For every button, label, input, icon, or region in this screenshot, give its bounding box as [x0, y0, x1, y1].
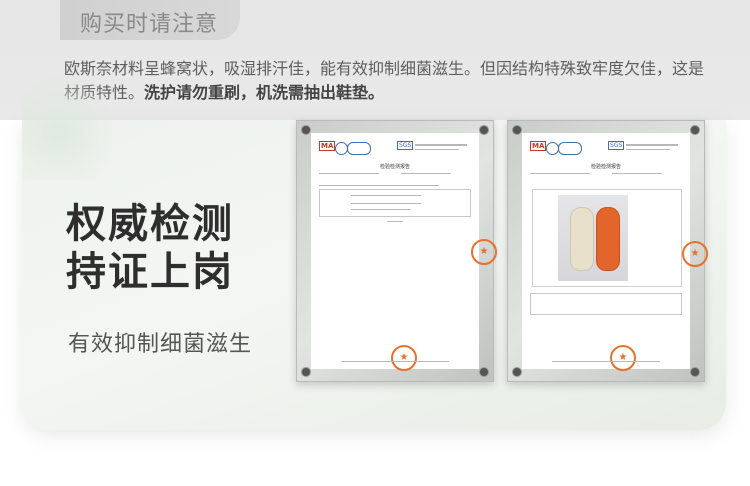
headline-line-2: 持证上岗: [66, 249, 234, 295]
footer-line: [341, 361, 449, 362]
text-line: [387, 221, 403, 222]
certificate-document-2: MA SGS 检验检测报告 ★ ★: [522, 133, 708, 371]
text-line: [319, 185, 439, 186]
ma-logo: MA: [530, 141, 547, 151]
headline-line-1: 权威检测: [66, 201, 234, 247]
lab-name-line: [626, 149, 670, 150]
text-line: [351, 209, 411, 210]
insole-top-icon: [570, 207, 594, 271]
subline: 有效抑制细菌滋生: [68, 332, 253, 357]
certificate-frame-2: MA SGS 检验检测报告 ★ ★: [507, 120, 708, 382]
lab-name-line: [415, 149, 459, 150]
certificate-frame-1: MA SGS 检验检测报告 ★ ★: [296, 120, 497, 382]
lab-name-line: [415, 144, 467, 146]
card-glow: [22, 60, 112, 180]
certificate-logos: MA SGS: [319, 141, 471, 155]
screw-icon: [479, 125, 489, 135]
notice-text-bold: 洗护请勿重刷，机洗需抽出鞋垫。: [144, 83, 385, 102]
seal-stamp-icon: ★: [610, 345, 636, 371]
insole-photo: [558, 195, 628, 281]
seal-stamp-icon: ★: [471, 239, 497, 265]
screw-icon: [512, 125, 522, 135]
text-line: [530, 173, 590, 174]
sample-table: [530, 293, 682, 315]
text-line: [612, 173, 662, 174]
text-line: [319, 173, 379, 174]
certificate-title: 检验检测报告: [379, 164, 410, 170]
sample-photo-frame: [532, 189, 682, 287]
ma-logo: MA: [319, 141, 336, 151]
cnas-logo-icon: [558, 142, 582, 155]
sgs-logo: SGS: [608, 141, 625, 150]
screw-icon: [690, 125, 700, 135]
screw-icon: [512, 367, 522, 377]
text-line: [351, 203, 421, 204]
screw-icon: [301, 367, 311, 377]
screw-icon: [690, 367, 700, 377]
sgs-logo: SGS: [397, 141, 414, 150]
text-line: [351, 195, 421, 196]
lab-name-line: [626, 144, 678, 146]
screw-icon: [301, 125, 311, 135]
seal-stamp-icon: ★: [682, 241, 708, 267]
seal-stamp-icon: ★: [391, 345, 417, 371]
cnas-logo-icon: [347, 142, 371, 155]
notice-text: 欧斯奈材料呈蜂窝状，吸湿排汗佳，能有效抑制细菌滋生。但因结构特殊致牢度欠佳，这是…: [64, 57, 704, 105]
insole-bottom-icon: [596, 207, 620, 271]
certificate-document-1: MA SGS 检验检测报告 ★ ★: [311, 133, 497, 371]
certificate-title: 检验检测报告: [590, 164, 621, 170]
text-line: [401, 173, 451, 174]
footer-line: [552, 361, 660, 362]
notice-title: 购买时请注意: [80, 12, 219, 37]
certificate-logos: MA SGS: [530, 141, 682, 155]
screw-icon: [479, 367, 489, 377]
headline: 权威检测 持证上岗: [66, 200, 234, 296]
